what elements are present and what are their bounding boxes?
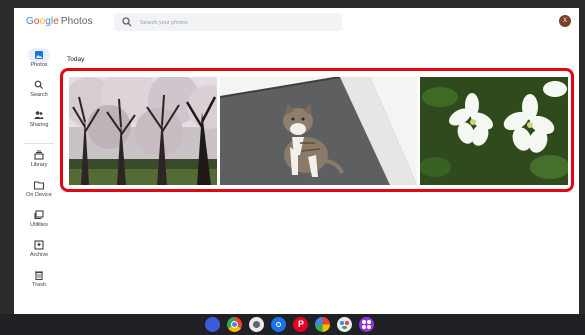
sidebar-item-label: Library: [30, 162, 48, 168]
app-header: GooglePhotos X: [14, 8, 579, 36]
sidebar-item-label: Trash: [32, 282, 46, 288]
sidebar-item-label: Search: [30, 92, 48, 98]
sidebar-item-label: Sharing: [29, 122, 49, 128]
photos-icon: [35, 51, 43, 59]
chrome-icon[interactable]: [227, 317, 242, 332]
launcher-icon[interactable]: [205, 317, 220, 332]
sidebar-item-photos[interactable]: Photos: [14, 48, 64, 78]
date-section-title: Today: [67, 56, 85, 63]
sidebar-item-label: Utilities: [30, 222, 48, 228]
pinterest-icon[interactable]: P: [293, 317, 308, 332]
utilities-icon: [34, 210, 44, 220]
settings-icon[interactable]: [271, 317, 286, 332]
sidebar-item-trash[interactable]: Trash: [14, 270, 64, 298]
assistant-icon[interactable]: [337, 317, 352, 332]
photo-thumbnail-flowers[interactable]: [420, 77, 568, 185]
photos-app-icon[interactable]: [315, 317, 330, 332]
sidebar-item-on-device[interactable]: On Device: [14, 180, 64, 208]
library-icon: [34, 150, 44, 160]
sidebar-item-utilities[interactable]: Utilities: [14, 210, 64, 238]
chromebook-screen: GooglePhotos X Photos Search: [14, 8, 579, 314]
sidebar-item-label: Photos: [30, 62, 48, 68]
search-icon: [122, 17, 132, 27]
sharing-icon: [34, 111, 44, 119]
sidebar-item-label: Archive: [29, 252, 49, 258]
trash-icon: [35, 271, 43, 280]
archive-icon: [34, 240, 44, 250]
sidebar: Photos Search Sharing Library On Device …: [14, 38, 64, 314]
taskbar: P: [0, 314, 585, 335]
sidebar-item-search[interactable]: Search: [14, 80, 64, 108]
photo-thumbnail-cherry-blossoms[interactable]: [69, 77, 217, 185]
folder-icon: [33, 181, 45, 190]
photo-thumbnail-cat[interactable]: [220, 77, 417, 185]
sidebar-item-archive[interactable]: Archive: [14, 240, 64, 268]
apps-icon[interactable]: [359, 317, 374, 332]
photo-row-highlight: [60, 68, 574, 192]
camera-icon[interactable]: [249, 317, 264, 332]
search-bar[interactable]: [114, 13, 342, 31]
sidebar-item-sharing[interactable]: Sharing: [14, 110, 64, 138]
google-photos-logo[interactable]: Google Photos: [26, 16, 93, 27]
avatar[interactable]: X: [559, 15, 571, 27]
search-icon: [34, 80, 43, 89]
sidebar-item-label: On Device: [26, 192, 52, 198]
sidebar-item-library[interactable]: Library: [14, 150, 64, 178]
sidebar-divider: [24, 143, 54, 144]
search-input[interactable]: [138, 15, 332, 31]
